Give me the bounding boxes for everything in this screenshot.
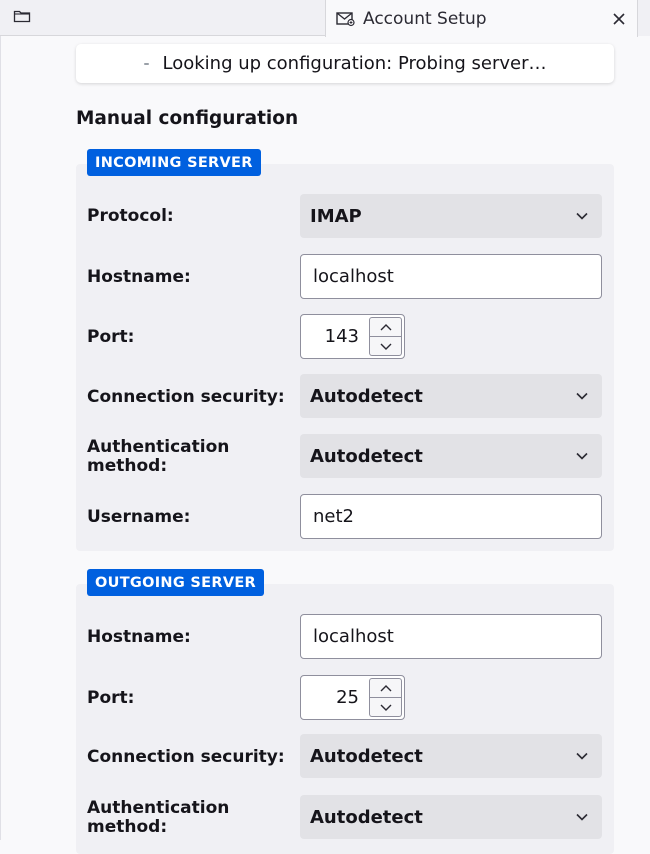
chevron-down-icon xyxy=(562,813,602,821)
incoming-protocol-value: IMAP xyxy=(310,205,362,227)
incoming-security-label: Connection security: xyxy=(87,387,285,407)
outgoing-auth-label-line1: Authentication xyxy=(87,798,230,818)
mail-setup-icon xyxy=(336,9,356,29)
spinner-icon xyxy=(143,62,149,65)
tab-title: Account Setup xyxy=(363,8,487,29)
incoming-hostname-input[interactable]: localhost xyxy=(300,254,602,299)
incoming-port-value[interactable]: 143 xyxy=(301,315,369,358)
outgoing-port-label: Port: xyxy=(87,688,135,708)
incoming-security-value: Autodetect xyxy=(310,385,423,407)
incoming-server-badge: INCOMING SERVER xyxy=(87,149,261,176)
incoming-port-label: Port: xyxy=(87,327,135,347)
folder-tab[interactable] xyxy=(0,0,44,36)
pane-divider xyxy=(0,36,1,840)
outgoing-port-value[interactable]: 25 xyxy=(301,676,369,719)
chevron-down-icon xyxy=(562,392,602,400)
outgoing-auth-select[interactable]: Autodetect xyxy=(300,795,602,839)
lookup-status-notice: Looking up configuration: Probing server… xyxy=(76,44,614,83)
chevron-down-icon xyxy=(562,212,602,220)
close-icon[interactable] xyxy=(601,1,637,37)
incoming-auth-value: Autodetect xyxy=(310,445,423,467)
tab-account-setup[interactable]: Account Setup xyxy=(325,0,638,37)
tab-bar-spacer xyxy=(638,0,650,36)
incoming-port-stepper[interactable]: 143 xyxy=(300,314,405,359)
outgoing-hostname-label: Hostname: xyxy=(87,627,191,647)
outgoing-security-select[interactable]: Autodetect xyxy=(300,734,602,778)
increment-button[interactable] xyxy=(369,317,402,337)
chevron-down-icon xyxy=(562,452,602,460)
outgoing-auth-value: Autodetect xyxy=(310,806,423,828)
protocol-label: Protocol: xyxy=(87,206,174,226)
increment-button[interactable] xyxy=(369,678,402,698)
incoming-hostname-label: Hostname: xyxy=(87,267,191,287)
outgoing-server-badge: OUTGOING SERVER xyxy=(87,569,265,596)
incoming-username-input[interactable]: net2 xyxy=(300,494,602,539)
decrement-button[interactable] xyxy=(369,337,402,356)
incoming-security-select[interactable]: Autodetect xyxy=(300,374,602,418)
outgoing-hostname-input[interactable]: localhost xyxy=(300,614,602,659)
decrement-button[interactable] xyxy=(369,698,402,717)
incoming-auth-label-line1: Authentication xyxy=(87,437,230,457)
page-title: Manual configuration xyxy=(76,108,299,129)
incoming-auth-select[interactable]: Autodetect xyxy=(300,434,602,478)
outgoing-auth-label: Authentication method: xyxy=(87,799,229,837)
outgoing-auth-label-line2: method: xyxy=(87,817,168,837)
incoming-username-label: Username: xyxy=(87,507,191,527)
notice-text: Looking up configuration: Probing server… xyxy=(162,53,547,74)
incoming-protocol-select[interactable]: IMAP xyxy=(300,194,602,238)
outgoing-security-value: Autodetect xyxy=(310,745,423,767)
folder-icon xyxy=(13,8,31,28)
incoming-auth-label: Authentication method: xyxy=(87,438,229,476)
outgoing-port-stepper[interactable]: 25 xyxy=(300,675,405,720)
outgoing-security-label: Connection security: xyxy=(87,747,285,767)
chevron-down-icon xyxy=(562,752,602,760)
incoming-auth-label-line2: method: xyxy=(87,456,168,476)
tab-bar: Account Setup xyxy=(0,0,650,37)
